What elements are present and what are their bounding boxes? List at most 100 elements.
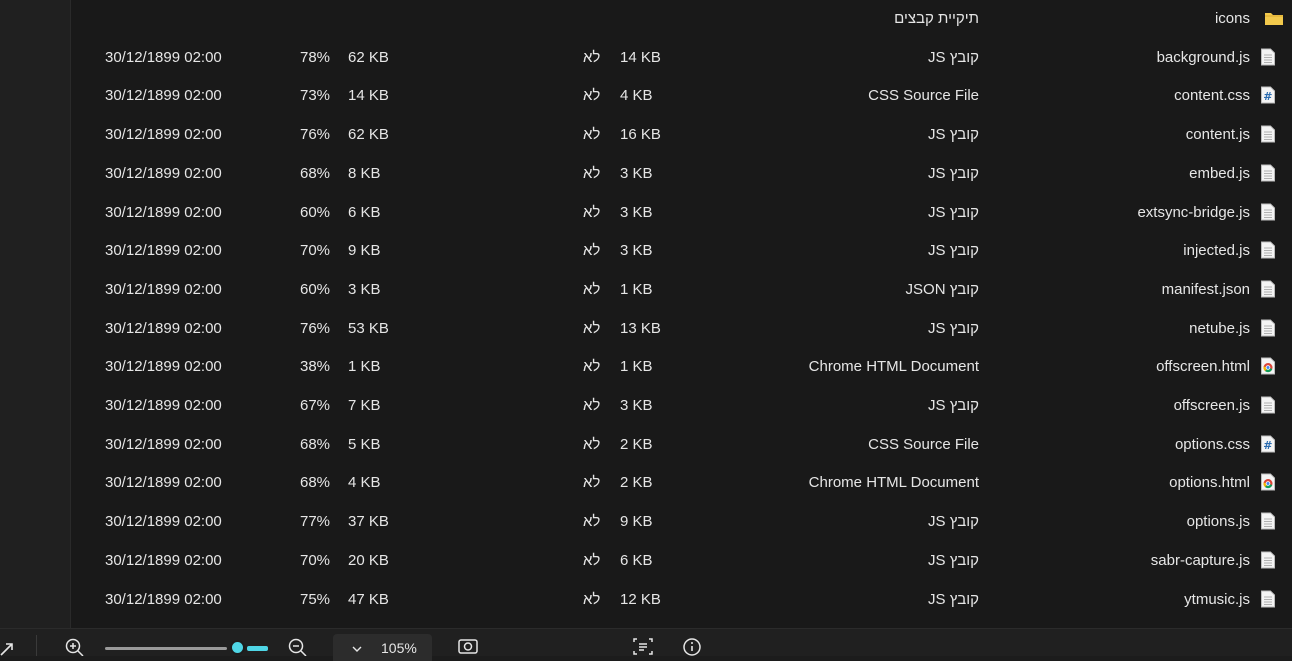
js-file-icon: [1260, 48, 1276, 66]
file-row[interactable]: extsync-bridge.js קובץ JS 3 KB לא 6 KB 60% 30/…: [71, 194, 1292, 232]
file-type: קובץ JS: [928, 551, 979, 569]
file-name: content.js: [1185, 126, 1250, 144]
original-size: 1 KB: [348, 358, 381, 376]
file-type: קובץ JS: [928, 590, 979, 608]
protected-flag: לא: [583, 397, 601, 414]
protected-flag: לא: [583, 242, 601, 260]
js-file-icon: [1260, 164, 1276, 182]
file-name: icons: [1214, 10, 1250, 27]
file-row[interactable]: background.js קובץ JS 14 KB לא 62 KB 78% 30/12…: [71, 39, 1292, 77]
zoom-out-icon[interactable]: [287, 629, 307, 656]
folder-row[interactable]: icons תיקיית קבצים: [71, 0, 1292, 38]
packed-size: 9 KB: [620, 513, 653, 531]
text-recognition-icon[interactable]: [632, 629, 654, 656]
packed-size: 14 KB: [620, 48, 661, 66]
file-row[interactable]: content.css CSS Source File 4 KB לא 14 KB 73%…: [71, 77, 1292, 115]
modified-date: 30/12/1899 02:00: [105, 126, 222, 144]
file-row[interactable]: options.js קובץ JS 9 KB לא 37 KB 77% 30/12/189…: [71, 503, 1292, 541]
file-type: CSS Source File: [868, 87, 979, 105]
file-name: offscreen.html: [1156, 358, 1250, 376]
modified-date: 30/12/1899 02:00: [105, 397, 222, 414]
zoom-level-value: 105%: [381, 640, 417, 656]
modified-date: 30/12/1899 02:00: [105, 48, 222, 66]
original-size: 6 KB: [348, 203, 381, 221]
file-row[interactable]: content.js קובץ JS 16 KB לא 62 KB 76% 30/12/18…: [71, 116, 1292, 154]
protected-flag: לא: [583, 474, 601, 492]
original-size: 62 KB: [348, 126, 389, 144]
compression-ratio: 77%: [300, 513, 331, 531]
packed-size: 4 KB: [620, 87, 653, 105]
original-size: 20 KB: [348, 551, 389, 569]
file-row[interactable]: options.html Chrome HTML Document 2 KB לא 4 …: [71, 464, 1292, 502]
file-name: netube.js: [1189, 319, 1250, 337]
file-name: options.js: [1186, 513, 1250, 531]
modified-date: 30/12/1899 02:00: [105, 435, 222, 453]
js-file-icon: [1260, 125, 1276, 143]
file-row[interactable]: injected.js קובץ JS 3 KB לא 9 KB 70% 30/12/189…: [71, 232, 1292, 270]
protected-flag: לא: [583, 590, 601, 608]
packed-size: 2 KB: [620, 435, 653, 453]
file-type: CSS Source File: [868, 435, 979, 453]
protected-flag: לא: [583, 358, 601, 376]
protected-flag: לא: [583, 48, 601, 66]
packed-size: 3 KB: [620, 203, 653, 221]
compression-ratio: 60%: [300, 280, 331, 298]
compression-ratio: 68%: [300, 164, 331, 182]
protected-flag: לא: [583, 126, 601, 144]
packed-size: 3 KB: [620, 164, 653, 182]
modified-date: 30/12/1899 02:00: [105, 242, 222, 260]
modified-date: 30/12/1899 02:00: [105, 87, 222, 105]
packed-size: 3 KB: [620, 397, 653, 414]
protected-flag: לא: [583, 203, 601, 221]
file-row[interactable]: offscreen.js קובץ JS 3 KB לא 7 KB 67% 30/12/18…: [71, 387, 1292, 425]
file-type: קובץ JS: [928, 397, 979, 414]
folder-icon: [1264, 9, 1283, 27]
svg-text:#: #: [1263, 90, 1272, 103]
compression-ratio: 60%: [300, 203, 331, 221]
file-row[interactable]: ytmusic.js קובץ JS 12 KB לא 47 KB 75% 30/12/18…: [71, 581, 1292, 619]
file-type: קובץ JS: [928, 513, 979, 531]
compression-ratio: 76%: [300, 126, 331, 144]
file-row[interactable]: options.css CSS Source File 2 KB לא 5 KB 68% 3…: [71, 426, 1292, 464]
original-size: 3 KB: [348, 280, 381, 298]
chrome-html-icon: [1260, 357, 1276, 375]
zoom-slider-fill: [247, 646, 268, 651]
file-row[interactable]: embed.js קובץ JS 3 KB לא 8 KB 68% 30/12/1899 0…: [71, 155, 1292, 193]
js-file-icon: [1260, 319, 1276, 337]
zoom-level-dropdown[interactable]: 105%: [333, 634, 432, 661]
modified-date: 30/12/1899 02:00: [105, 319, 222, 337]
zoom-slider-track[interactable]: [105, 647, 227, 650]
original-size: 5 KB: [348, 435, 381, 453]
file-type: קובץ JS: [928, 319, 979, 337]
js-file-icon: [1260, 396, 1276, 414]
compression-ratio: 68%: [300, 474, 331, 492]
screenshot-icon[interactable]: [457, 629, 479, 656]
file-name: injected.js: [1183, 242, 1250, 260]
file-row[interactable]: netube.js קובץ JS 13 KB לא 53 KB 76% 30/12/189…: [71, 310, 1292, 348]
protected-flag: לא: [583, 87, 601, 105]
file-row[interactable]: sabr-capture.js קובץ JS 6 KB לא 20 KB 70% 30/1…: [71, 542, 1292, 580]
compression-ratio: 75%: [300, 590, 331, 608]
protected-flag: לא: [583, 319, 601, 337]
packed-size: 1 KB: [620, 358, 653, 376]
compression-ratio: 70%: [300, 242, 331, 260]
packed-size: 1 KB: [620, 280, 653, 298]
left-panel-strip: [0, 0, 71, 628]
expand-icon[interactable]: [0, 629, 18, 656]
info-icon[interactable]: [681, 629, 703, 656]
zoom-slider-thumb[interactable]: [230, 640, 245, 655]
file-name: offscreen.js: [1173, 397, 1250, 414]
zoom-in-icon[interactable]: [64, 629, 84, 656]
modified-date: 30/12/1899 02:00: [105, 164, 222, 182]
modified-date: 30/12/1899 02:00: [105, 551, 222, 569]
file-type: קובץ JS: [928, 242, 979, 260]
file-row[interactable]: manifest.json קובץ JSON 1 KB לא 3 KB 60% 30/12…: [71, 271, 1292, 309]
json-file-icon: [1260, 280, 1276, 298]
file-name: content.css: [1174, 87, 1250, 105]
packed-size: 12 KB: [620, 590, 661, 608]
file-row[interactable]: offscreen.html Chrome HTML Document 1 KB לא…: [71, 348, 1292, 386]
packed-size: 6 KB: [620, 551, 653, 569]
original-size: 37 KB: [348, 513, 389, 531]
file-name: background.js: [1156, 48, 1250, 66]
archive-file-list[interactable]: icons תיקיית קבצים background.js קובץ JS 14 …: [71, 0, 1292, 628]
